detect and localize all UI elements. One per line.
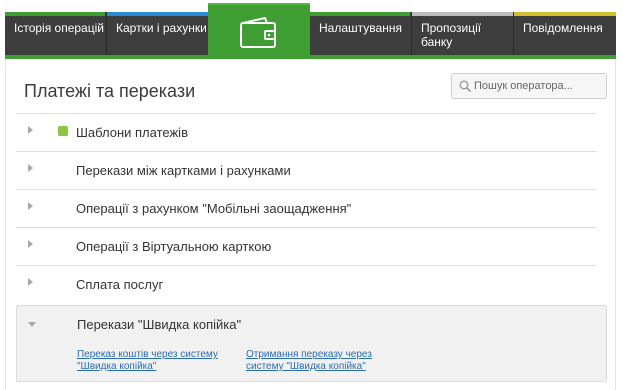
page-title: Платежі та перекази: [24, 81, 196, 101]
tab-bank-offers[interactable]: Пропозиції банку: [411, 12, 513, 55]
link-send-transfer[interactable]: Переказ коштів через систему "Швидка коп…: [77, 349, 218, 373]
expand-arrow-icon: [28, 126, 33, 134]
search-icon: [459, 80, 471, 92]
template-marker-icon: [58, 126, 68, 136]
expand-arrow-icon: [28, 278, 33, 286]
link-line: систему "Швидка копійка": [246, 361, 366, 372]
tab-cards-accounts[interactable]: Картки і рахунки: [106, 12, 208, 55]
tab-payments[interactable]: [208, 3, 310, 58]
section-mobile-savings[interactable]: Операції з рахунком "Мобільні заощадженн…: [16, 189, 597, 227]
tab-history[interactable]: Історія операцій: [5, 12, 105, 55]
payments-panel: Платежі та перекази Шаблони платежів Пер…: [5, 59, 616, 390]
section-label: Сплата послуг: [76, 277, 164, 292]
section-card-transfers[interactable]: Перекази між картками і рахунками: [16, 151, 597, 189]
tab-messages-label: Повідомлення: [523, 21, 603, 35]
tab-bank-offers-label: Пропозиції банку: [421, 21, 482, 49]
top-navigation: Історія операцій Картки і рахунки Налашт…: [0, 0, 623, 60]
tab-settings[interactable]: Налаштування: [310, 12, 410, 55]
section-label: Перекази між картками і рахунками: [76, 163, 291, 178]
wallet-icon: [240, 17, 276, 48]
tab-settings-label: Налаштування: [319, 21, 402, 35]
collapse-arrow-icon[interactable]: [28, 322, 36, 327]
link-receive-transfer[interactable]: Отримання переказу через систему "Швидка…: [246, 349, 372, 373]
section-pay-services[interactable]: Сплата послуг: [16, 265, 597, 303]
operator-search: [451, 73, 607, 99]
link-line: Отримання переказу через: [246, 349, 372, 360]
section-quick-kopiyka: Перекази "Швидка копійка" Переказ коштів…: [16, 305, 607, 382]
tab-messages[interactable]: Повідомлення: [513, 12, 616, 55]
tab-history-label: Історія операцій: [14, 21, 104, 35]
expand-arrow-icon: [28, 202, 33, 210]
expand-arrow-icon: [28, 240, 33, 248]
section-label[interactable]: Перекази "Швидка копійка": [77, 317, 241, 332]
search-input[interactable]: [474, 76, 602, 96]
section-label: Шаблони платежів: [76, 125, 188, 140]
link-line: Переказ коштів через систему: [77, 349, 218, 360]
tab-cards-accounts-label: Картки і рахунки: [116, 21, 207, 35]
expand-arrow-icon: [28, 164, 33, 172]
section-label: Операції з рахунком "Мобільні заощадженн…: [76, 201, 352, 216]
link-line: "Швидка копійка": [77, 361, 157, 372]
section-virtual-card[interactable]: Операції з Віртуальною карткою: [16, 227, 597, 265]
section-label: Операції з Віртуальною карткою: [76, 239, 272, 254]
section-payment-templates[interactable]: Шаблони платежів: [16, 113, 597, 151]
